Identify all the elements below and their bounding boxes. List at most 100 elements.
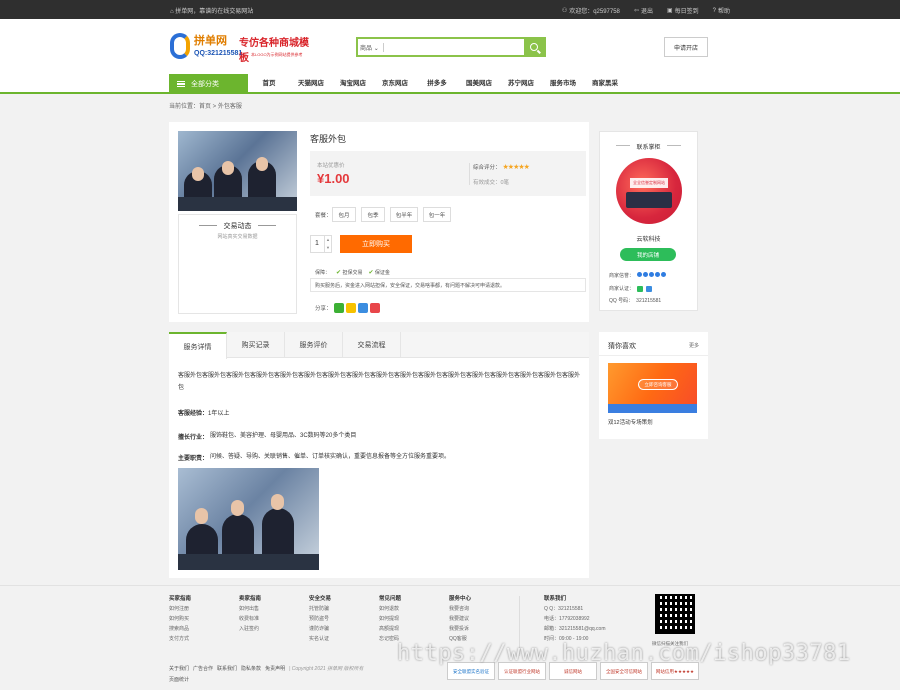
chevron-down-icon: ⌄ [373,46,379,52]
nav-item-pinduoduo[interactable]: 拼多多 [416,74,458,94]
site-header: 拼单网 专仿各种商城模板 QQ:321215581 提示：本LOGO为示例网站提… [0,19,900,74]
footer-link[interactable]: 支付方式 [169,634,191,644]
package-option[interactable]: 包半年 [390,207,418,222]
nav-item-merchant[interactable]: 商家黑采 [584,74,626,94]
more-link[interactable]: 更多 [689,342,699,349]
qr-code [655,594,695,634]
calendar-icon: ▣ [666,8,673,14]
nav-item-service-market[interactable]: 服务市场 [542,74,584,94]
tab-trade-process[interactable]: 交易流程 [343,332,401,358]
qzone-share-icon[interactable] [345,303,356,313]
footer-link[interactable]: 搜索商品 [169,624,191,634]
logout-icon: ⇦ [633,8,639,14]
logout-link[interactable]: ⇦ 退出 [634,6,653,15]
footer-link[interactable]: 免责声明 [265,665,285,672]
help-link[interactable]: ? 帮助 [713,6,730,16]
verified-icon [637,285,644,292]
footer-link[interactable]: 收费标准 [239,614,261,624]
product-price: ¥1.00 [317,171,350,186]
all-categories-button[interactable]: 全部分类 [169,74,248,94]
deal-count: 有效成交：0笔 [473,180,510,186]
shop-avatar[interactable]: 全全信誉定制网站 [616,158,682,224]
search-category-select[interactable]: 商品 ⌄ [360,43,384,52]
nav-item-taobao[interactable]: 淘宝网店 [332,74,374,94]
recommend-image[interactable]: 立即咨询客服 [608,363,697,413]
stepper-arrows-icon[interactable]: ▲ ▼ [324,236,331,252]
guarantee-row: 保障： ✔ 担保交易 ✔ 保证金 [315,270,390,276]
user-greeting[interactable]: ⚇ 欢迎您：q2597758 [562,6,620,15]
footer-col-contact: 联系我们 Q Q：321215581 电话：17792038992 邮箱：321… [544,596,606,642]
footer-link[interactable]: 托管防骗 [309,604,331,614]
nav-item-jd[interactable]: 京东网店 [374,74,416,94]
purchase-notice: 购买服务后，资金进入网站担保，安全保证，交易啥事都，有问题不解决可申请退款。 [310,278,586,292]
tab-service-reviews[interactable]: 服务评价 [285,332,343,358]
footer-link[interactable]: 我要建议 [449,614,471,624]
footer-link[interactable]: 隐私条款 [241,665,261,672]
wechat-share-icon[interactable] [333,303,344,313]
footer-link[interactable]: 我要投诉 [449,624,471,634]
service-description: 客服外包客服外包客服外包客服外包客服外包客服外包客服外包客服外包客服外包客服外包… [178,373,581,391]
footer-link[interactable]: 联系我们 [217,665,237,672]
search-input[interactable] [388,41,522,54]
package-option[interactable]: 包一年 [423,207,451,222]
recommend-panel: 猜你喜欢 更多 立即咨询客服 双12活动专场策划 [599,332,708,439]
site-logo[interactable]: 拼单网 专仿各种商城模板 QQ:321215581 提示：本LOGO为示例网站提… [170,30,310,64]
detail-image [178,468,319,570]
footer-link[interactable]: 高额提现 [379,624,401,634]
footer-link[interactable]: 如何提现 [379,614,401,624]
tab-bar: 服务详情 购买记录 服务评价 交易流程 [169,332,589,359]
share-row: 分享： [315,303,380,313]
footer-link[interactable]: 如何出售 [239,604,261,614]
banner-stripe [608,404,697,413]
footer-col-faq: 常见问题 如何退款 如何提现 高额提现 忘记密码 [379,596,402,642]
shop-name[interactable]: 云软科技 [600,234,697,243]
person-face [231,500,244,516]
site-footer: 买家指南 如何注册 如何购买 搜索商品 支付方式 卖家指南 如何出售 收费标准 … [0,585,900,690]
screen-shape [626,192,672,208]
footer-link[interactable]: 如何注册 [169,604,191,614]
footer-link[interactable]: 我要咨询 [449,604,471,614]
quantity-stepper[interactable]: 1 ▲ ▼ [310,235,332,253]
deposit-icon [646,285,653,292]
footer-link[interactable]: 广告合作 [193,665,213,672]
person-face [271,494,284,510]
breadcrumb: 当前位置：首页 > 外包客服 [169,104,242,110]
footer-col-seller: 卖家指南 如何出售 收费标准 入驻签约 [239,596,262,634]
search-button[interactable] [524,39,544,55]
desk-shape [178,554,319,570]
footer-link[interactable]: 关于我们 [169,665,189,672]
footer-link[interactable]: 实名认证 [309,634,331,644]
logo-icon [170,33,190,59]
field-duty: 主要职责： 问候、答疑、导购、关联销售、催单、订单核实确认，重要信息报备等全方位服… [178,454,451,462]
nav-item-gome[interactable]: 国美网店 [458,74,500,94]
footer-link[interactable]: 页面统计 [169,676,189,683]
product-image[interactable] [178,131,297,211]
signin-link[interactable]: ▣ 每日签到 [667,6,699,15]
watermark-text: https://www.huzhan.com/ishop33781 [397,641,851,666]
footer-link[interactable]: 入驻签约 [239,624,261,634]
footer-link[interactable]: 谨防诈骗 [309,624,331,634]
tab-purchase-records[interactable]: 购买记录 [227,332,285,358]
shop-card: 联系掌柜 全全信誉定制网站 云软科技 我的店铺 商家信誉： 商家认证： QQ 号… [599,131,698,311]
person-face [222,161,234,175]
person-face [195,508,208,524]
product-panel: 交易动态 网站真实交易数据 客服外包 本站优惠价 ¥1.00 综合评分： ★★★… [169,122,589,322]
shop-link-button[interactable]: 我的店铺 [620,248,676,261]
apply-shop-button[interactable]: 申请开店 [664,37,708,57]
field-industry: 擅长行业： 服饰鞋包、美容护理、母婴用品、3C数码等20多个类目 [178,433,357,441]
nav-item-suning[interactable]: 苏宁网店 [500,74,542,94]
star-icon: ★★★★★ [502,164,530,171]
recommend-caption[interactable]: 双12活动专场策划 [608,418,653,426]
nav-item-home[interactable]: 首页 [248,74,290,94]
package-option[interactable]: 包月 [332,207,356,222]
footer-link[interactable]: 如何购买 [169,614,191,624]
buy-now-button[interactable]: 立即购买 [340,235,412,253]
nav-item-tmall[interactable]: 天猫网店 [290,74,332,94]
footer-link[interactable]: 如何退款 [379,604,401,614]
product-title: 客服外包 [310,134,347,144]
tab-service-detail[interactable]: 服务详情 [169,332,227,359]
weibo-share-icon[interactable] [369,303,380,313]
footer-link[interactable]: 预防盗号 [309,614,331,624]
qq-share-icon[interactable] [357,303,368,313]
package-option[interactable]: 包季 [361,207,385,222]
